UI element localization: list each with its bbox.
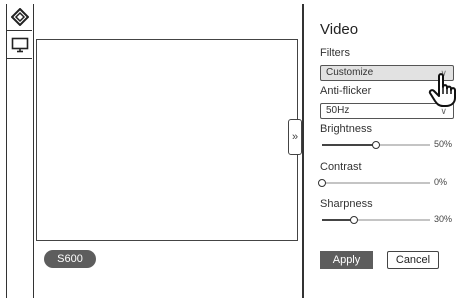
sharpness-value: 30% — [434, 214, 453, 224]
sharpness-thumb[interactable] — [350, 216, 359, 224]
brightness-label: Brightness — [320, 123, 372, 135]
filters-label: Filters — [320, 47, 350, 59]
left-toolbar — [6, 4, 34, 298]
device-label: S600 — [57, 253, 83, 265]
cancel-button[interactable]: Cancel — [387, 251, 439, 269]
contrast-thumb[interactable] — [318, 179, 326, 187]
filters-value: Customize — [326, 67, 374, 78]
brightness-slider[interactable] — [322, 141, 430, 149]
device-badge[interactable]: S600 — [44, 250, 96, 268]
monitor-tool-button[interactable] — [7, 32, 32, 59]
apply-button[interactable]: Apply — [320, 251, 373, 269]
hand-pointer-icon — [428, 73, 456, 107]
video-preview — [36, 39, 298, 241]
panel-title: Video — [320, 21, 359, 38]
double-chevron-right-icon: » — [291, 131, 299, 143]
panel-divider — [302, 4, 304, 298]
brightness-fill — [322, 144, 376, 146]
antiflicker-label: Anti-flicker — [320, 85, 372, 97]
contrast-value: 0% — [434, 177, 448, 187]
contrast-slider[interactable] — [318, 179, 430, 187]
sharpness-label: Sharpness — [320, 198, 373, 210]
sharpness-slider[interactable] — [322, 216, 430, 224]
cancel-label: Cancel — [395, 254, 431, 266]
brightness-value: 50% — [434, 139, 453, 149]
apply-label: Apply — [332, 254, 361, 266]
diamond-icon — [10, 8, 29, 26]
brightness-thumb[interactable] — [372, 141, 380, 149]
monitor-icon — [11, 37, 28, 53]
contrast-label: Contrast — [320, 161, 362, 173]
collapse-panel-button[interactable]: » — [288, 119, 302, 155]
diamond-tool-button[interactable] — [7, 4, 32, 31]
antiflicker-value: 50Hz — [326, 105, 350, 116]
